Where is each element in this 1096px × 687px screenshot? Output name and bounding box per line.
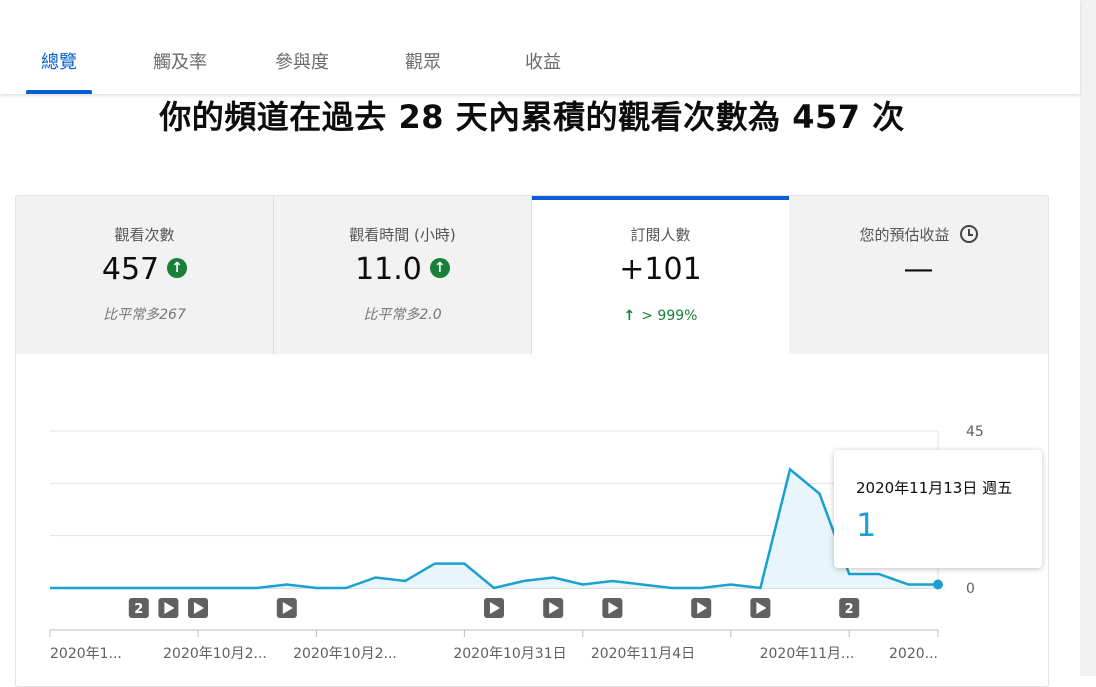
tab-overview[interactable]: 總覽 [26, 48, 92, 76]
arrow-up-circle-icon: ↑ [429, 257, 450, 278]
y-tick-label: 45 [966, 424, 984, 440]
marker-video-play[interactable] [158, 598, 179, 618]
chart-tooltip: 2020年11月13日 週五 1 [834, 450, 1042, 568]
metric-trend-text: > 999% [641, 308, 698, 324]
chart-area-fill [50, 469, 938, 588]
marker-count-badge[interactable]: 2 [128, 598, 149, 618]
headline-views: 457 [792, 98, 861, 136]
arrow-up-icon: ↑ [623, 308, 636, 324]
marker-video-play[interactable] [602, 598, 623, 618]
marker-video-play[interactable] [188, 598, 208, 618]
metric-label: 觀看時間 (小時) [349, 226, 456, 244]
tab-reach[interactable]: 觸及率 [146, 48, 214, 76]
metric-card-views[interactable]: 觀看次數 457 ↑ 比平常多267 [16, 196, 274, 354]
x-tick-label: 2020年10月31日 [453, 646, 566, 662]
metric-comparison: 比平常多2.0 [363, 307, 442, 323]
headline-middle: 天內累積的觀看次數為 [443, 98, 793, 136]
marker-video-play[interactable] [484, 598, 504, 618]
metric-value-text: 11.0 [355, 252, 422, 287]
metric-label: 觀看次數 [114, 226, 175, 244]
x-tick-label: 2020年11月4日 [591, 646, 695, 662]
metric-label-text: 您的預估收益 [859, 226, 950, 244]
tooltip-date: 2020年11月13日 週五 [856, 479, 1013, 497]
metric-value: 11.0 ↑ [274, 252, 531, 287]
x-tick-label: 2020... [889, 646, 938, 662]
tab-audience[interactable]: 觀眾 [398, 48, 448, 76]
metric-card-subscribers[interactable]: 訂閱人數 +101 ↑ > 999% [532, 196, 789, 354]
metric-value-text: 457 [101, 252, 160, 287]
headline-prefix: 你的頻道在過去 [159, 98, 399, 136]
metric-value: — [903, 252, 934, 287]
marker-video-play[interactable] [276, 598, 297, 618]
page-headline: 你的頻道在過去 28 天內累積的觀看次數為 457 次 [0, 92, 1064, 138]
metric-label: 訂閱人數 [630, 226, 691, 244]
x-tick-label: 2020年10月2... [163, 646, 267, 662]
x-axis: 2020年1... 2020年10月2... 2020年10月2... 2020年10… [49, 629, 939, 662]
tab-engagement[interactable]: 參與度 [268, 48, 336, 76]
tab-revenue[interactable]: 收益 [518, 48, 568, 76]
active-tab-indicator [26, 90, 92, 94]
marker-count-badge[interactable]: 2 [839, 598, 860, 618]
y-tick-label: 0 [966, 581, 975, 597]
marker-count-label: 2 [845, 602, 854, 617]
metric-label: 您的預估收益 [789, 224, 1048, 245]
x-tick-label: 2020年11月... [760, 646, 855, 662]
headline-suffix: 次 [860, 98, 905, 136]
marker-video-play[interactable] [750, 598, 771, 618]
chart-highlight-point[interactable] [933, 579, 943, 590]
arrow-up-circle-icon: ↑ [167, 257, 188, 278]
marker-video-play[interactable] [543, 598, 564, 618]
top-navigation: 總覽 觸及率 參與度 觀眾 收益 [0, 0, 1080, 94]
chart-markers: 22 [128, 598, 860, 618]
metric-card-revenue[interactable]: 您的預估收益 — [789, 196, 1048, 354]
page-scrollbar[interactable] [1080, 0, 1096, 676]
marker-count-label: 2 [134, 602, 143, 617]
metric-comparison: 比平常多267 [103, 307, 186, 323]
marker-video-play[interactable] [691, 598, 712, 618]
metric-value: +101 [619, 252, 702, 287]
headline-days: 28 [398, 98, 444, 136]
metric-value: 457 ↑ [16, 252, 273, 287]
metric-trend: ↑ > 999% [532, 308, 789, 324]
tooltip-value: 1 [856, 506, 877, 544]
x-tick-label: 2020年1... [50, 646, 122, 662]
x-tick-label: 2020年10月2... [293, 646, 397, 662]
metric-card-watch-time[interactable]: 觀看時間 (小時) 11.0 ↑ 比平常多2.0 [274, 196, 532, 354]
clock-icon[interactable] [959, 224, 978, 243]
